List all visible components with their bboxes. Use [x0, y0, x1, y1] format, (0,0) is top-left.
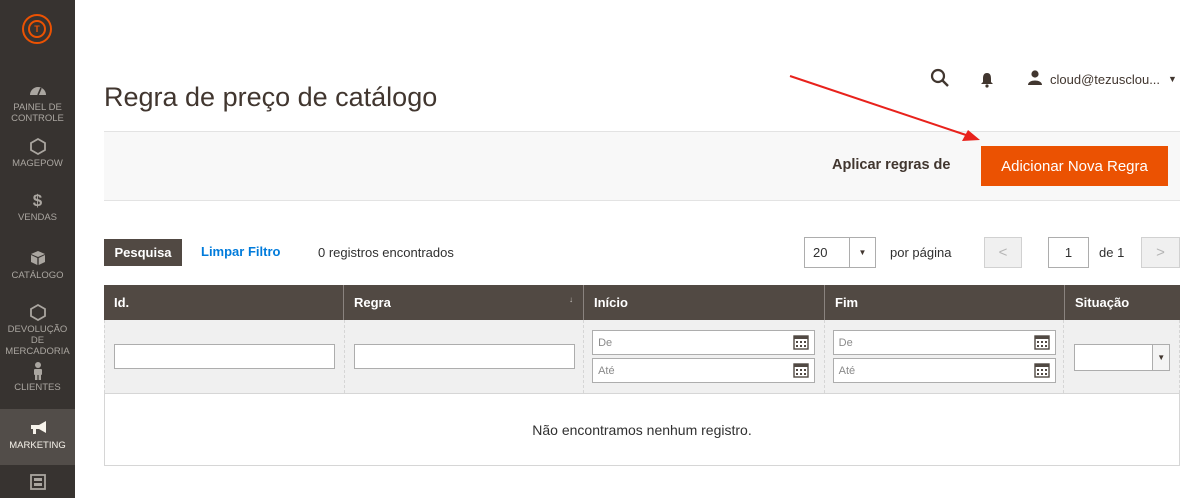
grid-header-row: Id. Regra ↓ Início Fim Situação: [104, 285, 1180, 320]
sidebar-item-label: DEVOLUÇÃO DE: [7, 324, 68, 346]
content-icon: [0, 474, 75, 492]
user-name: cloud@tezusclou...: [1050, 71, 1161, 87]
sidebar-item-label-2: MERCADORIA: [5, 346, 70, 357]
search-icon[interactable]: [930, 68, 950, 93]
hexagon-icon: [0, 304, 75, 322]
start-from-input[interactable]: De: [592, 330, 816, 355]
end-from-placeholder: De: [838, 336, 853, 349]
column-header-label: Situação: [1075, 295, 1130, 310]
sidebar-item-content[interactable]: [0, 474, 75, 494]
rule-filter-input[interactable]: [353, 344, 575, 369]
end-to-placeholder: Até: [838, 364, 856, 377]
megaphone-icon: [0, 420, 75, 438]
page-number-input[interactable]: 1: [1048, 237, 1089, 268]
sort-arrow-icon: ↓: [569, 295, 573, 304]
page-total: de 1: [1099, 245, 1125, 260]
sidebar-item-sales[interactable]: $ VENDAS: [0, 191, 75, 224]
chevron-down-icon: ▼: [1168, 74, 1177, 84]
id-filter-input[interactable]: [114, 344, 335, 369]
empty-message: Não encontramos nenhum registro.: [104, 393, 1180, 466]
column-header-id[interactable]: Id.: [104, 285, 344, 320]
calendar-icon[interactable]: [1033, 334, 1050, 353]
sidebar-item-label: MARKETING: [9, 440, 66, 451]
column-header-status[interactable]: Situação: [1065, 285, 1180, 320]
chevron-down-icon: ▼: [1152, 345, 1170, 370]
filter-row: De Até De Até ▼: [104, 320, 1180, 393]
calendar-icon[interactable]: [793, 334, 809, 353]
clear-filter-link[interactable]: Limpar Filtro: [201, 244, 280, 259]
hexagon-icon: [0, 138, 75, 156]
filter-cell-status: ▼: [1064, 320, 1179, 393]
column-header-start[interactable]: Início: [584, 285, 825, 320]
column-header-label: Início: [594, 295, 628, 310]
logo-icon[interactable]: T: [22, 14, 52, 44]
sidebar-item-label: VENDAS: [17, 212, 58, 223]
per-page-value: 20: [813, 245, 828, 260]
column-header-label: Id.: [114, 295, 130, 310]
box-icon: [0, 250, 75, 268]
user-icon: [1028, 70, 1042, 88]
sidebar-item-label: CATÁLOGO: [11, 270, 64, 281]
sidebar-item-label: CLIENTES: [14, 382, 61, 393]
page-actions: Aplicar regras de Adicionar Nova Regra: [104, 131, 1180, 201]
user-menu[interactable]: cloud@tezusclou... ▼: [1028, 70, 1177, 88]
column-header-label: Regra: [354, 295, 391, 310]
chevron-down-icon: ▼: [849, 238, 875, 267]
apply-rules-button[interactable]: Aplicar regras de: [832, 157, 950, 173]
calendar-icon[interactable]: [793, 362, 809, 381]
admin-sidebar: T PAINEL DE CONTROLE MAGEPOW $ VENDAS CA…: [0, 0, 75, 498]
calendar-icon[interactable]: [1033, 362, 1050, 381]
filter-cell-end: De Até: [825, 320, 1065, 393]
sidebar-item-catalog[interactable]: CATÁLOGO: [0, 250, 75, 281]
start-to-placeholder: Até: [598, 364, 615, 377]
add-new-rule-button[interactable]: Adicionar Nova Regra: [981, 146, 1168, 186]
sidebar-item-magepow[interactable]: MAGEPOW: [0, 138, 75, 169]
sidebar-item-dashboard[interactable]: PAINEL DE CONTROLE: [0, 82, 75, 124]
filter-cell-id: [105, 320, 345, 393]
start-from-placeholder: De: [598, 336, 613, 349]
sidebar-item-returns[interactable]: DEVOLUÇÃO DE MERCADORIA: [0, 304, 75, 357]
person-icon: [0, 362, 75, 380]
sidebar-item-label: MAGEPOW: [12, 158, 63, 169]
dashboard-icon: [0, 82, 75, 100]
end-to-input[interactable]: Até: [832, 358, 1056, 383]
filter-cell-start: De Até: [584, 320, 825, 393]
filter-cell-rule: [345, 320, 585, 393]
previous-page-button[interactable]: <: [984, 237, 1022, 268]
column-header-rule[interactable]: Regra ↓: [344, 285, 584, 320]
logo-letter: T: [28, 20, 46, 38]
column-header-label: Fim: [835, 295, 859, 310]
status-filter-select[interactable]: ▼: [1074, 344, 1171, 371]
sidebar-item-marketing[interactable]: MARKETING: [0, 409, 75, 465]
sidebar-item-label-2: CONTROLE: [11, 113, 64, 124]
end-from-input[interactable]: De: [832, 330, 1056, 355]
bell-icon[interactable]: [980, 72, 994, 93]
start-to-input[interactable]: Até: [592, 358, 816, 383]
next-page-button[interactable]: >: [1141, 237, 1180, 268]
column-header-end[interactable]: Fim: [825, 285, 1065, 320]
per-page-label: por página: [890, 245, 952, 260]
sidebar-item-label: PAINEL DE: [13, 102, 62, 113]
page-title: Regra de preço de catálogo: [104, 82, 438, 112]
search-button[interactable]: Pesquisa: [104, 239, 182, 266]
rules-grid: Id. Regra ↓ Início Fim Situação De Até De: [104, 285, 1180, 466]
dollar-icon: $: [32, 191, 43, 210]
per-page-select[interactable]: 20 ▼: [804, 237, 876, 268]
sidebar-item-customers[interactable]: CLIENTES: [0, 362, 75, 393]
records-count: 0 registros encontrados: [318, 245, 454, 260]
